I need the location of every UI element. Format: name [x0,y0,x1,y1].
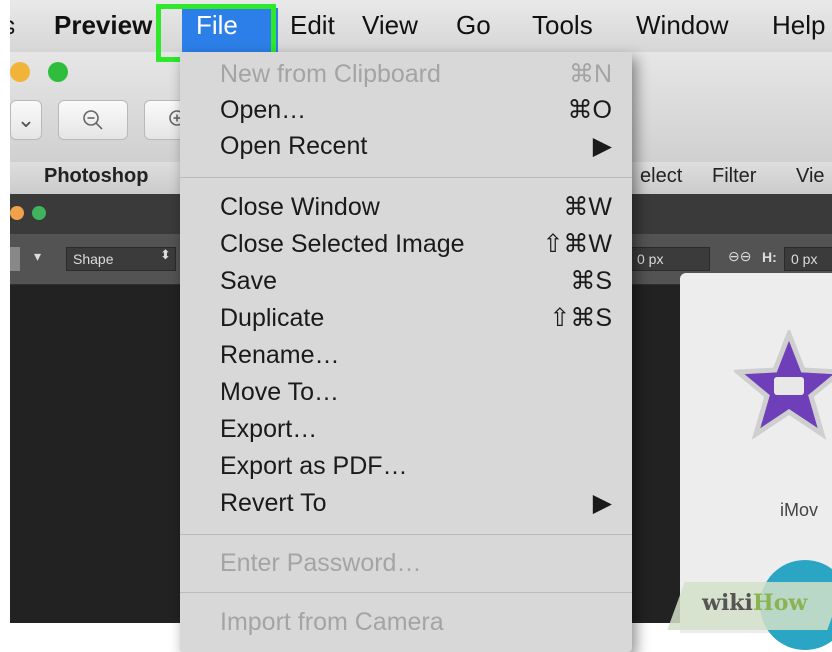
menu-item-shortcut: ⌘N [568,60,612,88]
imovie-star-icon[interactable] [734,330,832,440]
menu-item-label: Revert To [220,489,327,517]
menu-item-shortcut: ⌘O [567,96,612,124]
menu-window[interactable]: Window [636,10,728,41]
menu-item-enter-password[interactable]: Enter Password… [180,545,632,582]
menu-item-close-selected-image[interactable]: Close Selected Image ⇧⌘W [180,226,632,263]
menu-item-shortcut: ⇧⌘W [542,230,612,258]
menu-item-label: Open Recent [220,132,368,160]
menu-item-label: Rename… [220,341,340,369]
menu-item-label: Export as PDF… [220,452,408,480]
menu-item-label: Save [220,267,277,295]
height-label: H: [762,249,777,265]
ps-zoom-button[interactable] [32,206,46,220]
chevron-down-icon: ⌄ [16,107,36,132]
ps-menu-view[interactable]: Vie [796,165,825,188]
zoom-out-icon [83,110,103,130]
file-dropdown-menu: New from Clipboard ⌘N Open… ⌘O Open Rece… [180,52,632,652]
menu-item-shortcut: ⌘S [570,267,612,295]
minimize-button[interactable] [10,62,30,82]
app-menu-preview[interactable]: Preview [54,10,152,41]
menu-item-label: Move To… [220,378,340,406]
watermark-wiki: wiki [702,590,753,616]
submenu-arrow-icon: ▶ [592,489,612,517]
menu-item-close-window[interactable]: Close Window ⌘W [180,189,632,226]
menu-separator [180,592,632,593]
menu-item-label: Duplicate [220,304,325,332]
menu-item-export-as-pdf[interactable]: Export as PDF… [180,448,632,485]
menu-item-label: Close Window [220,193,380,221]
menu-item-label: New from Clipboard [220,60,441,88]
menu-separator [180,534,632,535]
height-field[interactable]: 0 px [784,247,832,271]
tab-photoshop[interactable]: Photoshop [44,165,148,188]
preset-arrow-icon[interactable]: ▾ [34,248,41,265]
menu-item-new-from-clipboard[interactable]: New from Clipboard ⌘N [180,56,632,93]
menu-help[interactable]: Help [772,10,825,41]
tool-preset-swatch[interactable] [10,247,20,271]
view-dropdown-button[interactable]: ⌄ [10,100,42,140]
menu-item-label: Enter Password… [220,549,422,577]
zoom-window-button[interactable] [48,62,68,82]
ps-menu-select[interactable]: elect [640,165,682,188]
link-icon[interactable]: ⊖⊖ [728,248,751,265]
menu-item-label: Open… [220,96,307,124]
menu-separator [180,177,632,178]
submenu-arrow-icon: ▶ [592,132,612,160]
menu-item-export[interactable]: Export… [180,411,632,448]
menu-item-save[interactable]: Save ⌘S [180,263,632,300]
stepper-icon: ⬍ [160,247,171,262]
imovie-label: iMov [780,500,819,520]
menu-item-duplicate[interactable]: Duplicate ⇧⌘S [180,300,632,337]
menu-tools[interactable]: Tools [532,10,593,41]
menu-item-revert-to[interactable]: Revert To ▶ [180,485,632,522]
menu-item-label: Close Selected Image [220,230,465,258]
menu-item-move-to[interactable]: Move To… [180,374,632,411]
ps-menu-filter[interactable]: Filter [712,165,756,188]
menu-item-label: Export… [220,415,318,443]
left-gutter [0,0,10,623]
menu-item-open[interactable]: Open… ⌘O [180,92,632,129]
menu-edit[interactable]: Edit [290,10,335,41]
menu-go[interactable]: Go [456,10,491,41]
zoom-out-button[interactable] [58,100,128,140]
ps-minimize-button[interactable] [10,206,24,220]
menu-item-rename[interactable]: Rename… [180,337,632,374]
menu-bar: ɕ Preview File Edit View Go Tools Window… [2,0,832,54]
wikihow-watermark: wikiHow [702,590,807,616]
menu-item-shortcut: ⇧⌘S [549,304,612,332]
watermark-how: How [752,590,808,616]
menu-item-shortcut: ⌘W [563,193,612,221]
menu-view[interactable]: View [362,10,418,41]
width-field[interactable]: 0 px [630,247,710,271]
menu-item-open-recent[interactable]: Open Recent ▶ [180,128,632,165]
